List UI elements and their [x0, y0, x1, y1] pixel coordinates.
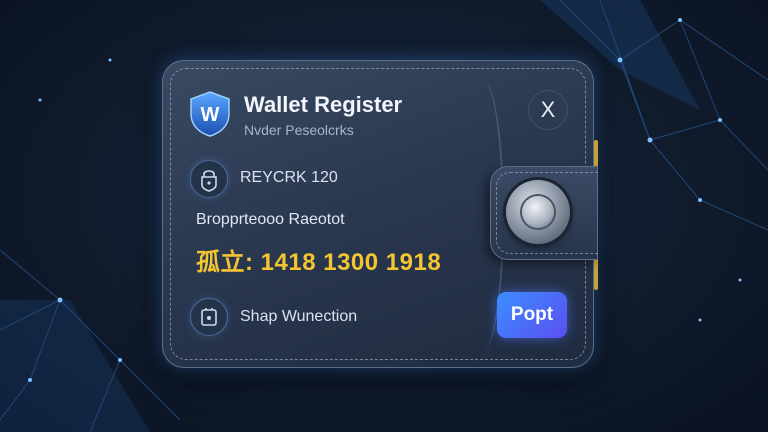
lock-row-text: REYCRK 120: [240, 169, 338, 186]
clasp-button[interactable]: [506, 180, 570, 244]
balance-amount: 孤立: 1418 1300 1918: [196, 249, 442, 276]
shield-logo-icon: W: [190, 91, 230, 137]
lock-icon: [201, 170, 217, 192]
close-icon: X: [540, 97, 556, 122]
device-icon: [201, 308, 217, 326]
close-button[interactable]: X: [528, 90, 568, 130]
action-row-text: Shap Wunection: [240, 308, 358, 325]
popt-button[interactable]: Popt: [497, 292, 567, 338]
lock-row-icon-wrap: [190, 160, 228, 198]
shield-letter: W: [201, 104, 220, 126]
action-row-icon-wrap: [190, 298, 228, 336]
dialog-subtitle: Nvder Peseolcrks: [244, 122, 354, 138]
balance-label: Bropprteooo Raeotot: [196, 211, 345, 228]
dialog-title: Wallet Register: [244, 92, 403, 117]
clasp-knob-icon: [522, 196, 554, 228]
